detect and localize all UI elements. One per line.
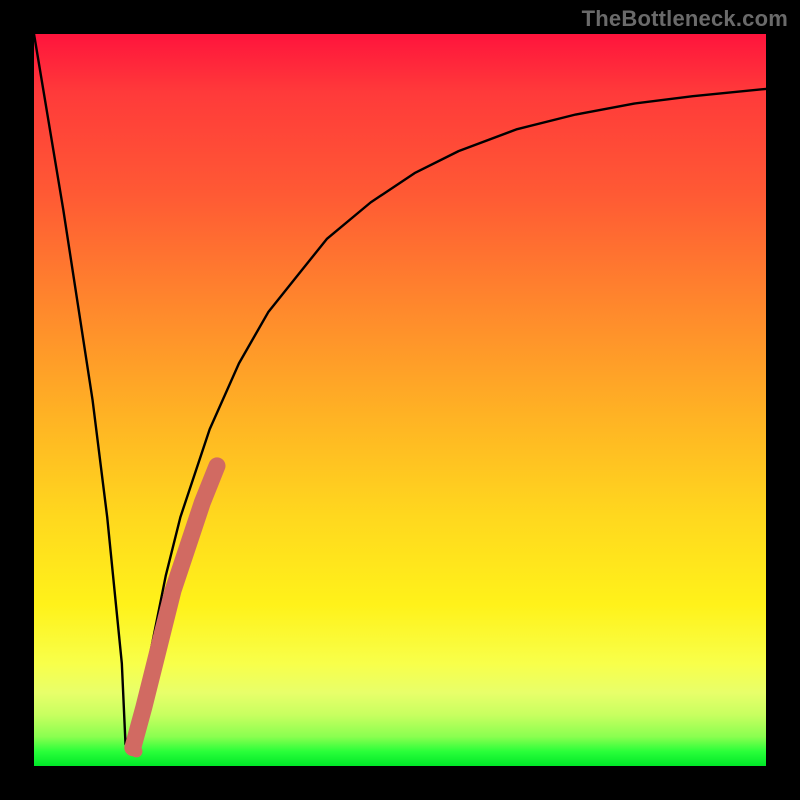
plot-area [34,34,766,766]
watermark-text: TheBottleneck.com [582,6,788,32]
highlight-segment [133,466,217,748]
chart-svg [34,34,766,766]
chart-frame: TheBottleneck.com [0,0,800,800]
bottleneck-curve [34,34,766,751]
highlight-dot [130,745,142,757]
